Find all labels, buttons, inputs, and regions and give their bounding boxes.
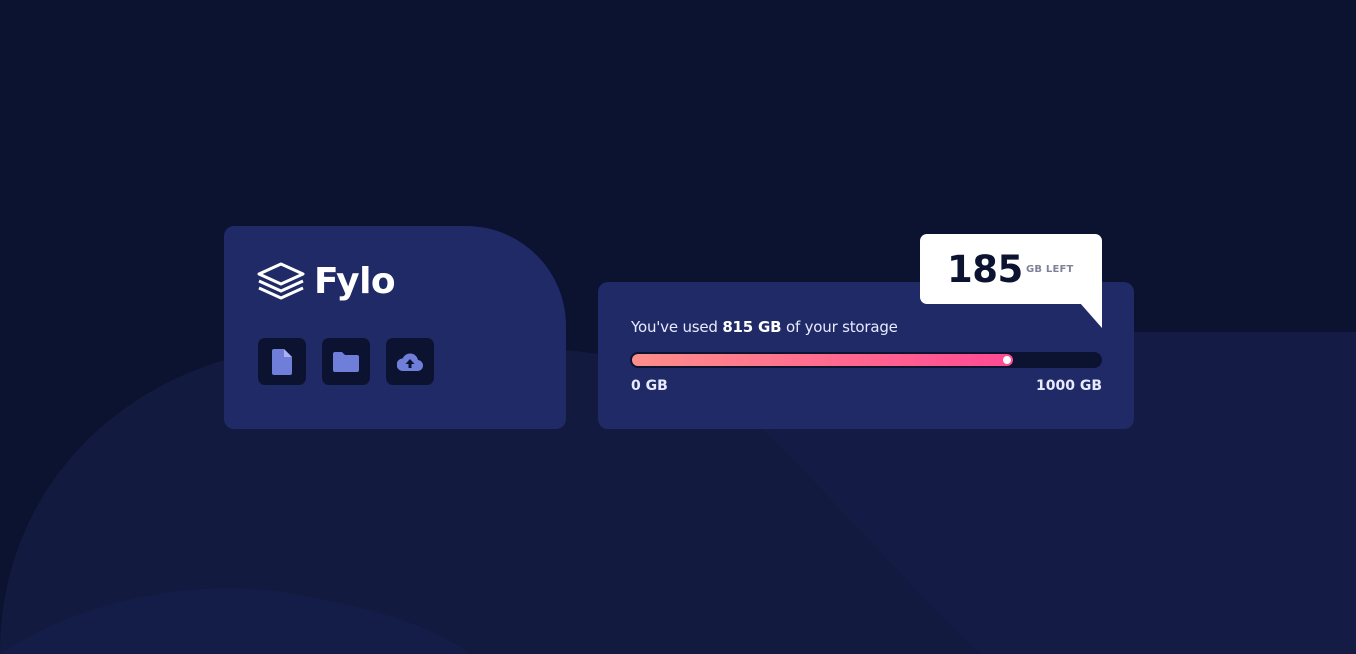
folder-button[interactable] bbox=[322, 338, 370, 385]
range-min-label: 0 GB bbox=[631, 378, 668, 394]
layers-logo-icon bbox=[257, 262, 305, 300]
page: Fylo You've used 815 GB of your storage … bbox=[0, 0, 1356, 654]
action-icon-row bbox=[258, 338, 434, 385]
progress-knob[interactable] bbox=[1003, 356, 1011, 364]
logo: Fylo bbox=[257, 261, 396, 302]
remaining-callout: 185 GB LEFT bbox=[920, 234, 1102, 304]
used-amount: 815 GB bbox=[722, 318, 782, 336]
brand-card: Fylo bbox=[224, 226, 566, 429]
usage-text: You've used 815 GB of your storage bbox=[631, 318, 898, 336]
remaining-number: 185 bbox=[947, 248, 1023, 291]
folder-icon bbox=[333, 351, 359, 372]
callout-tail bbox=[1080, 303, 1102, 328]
upload-button[interactable] bbox=[386, 338, 434, 385]
document-button[interactable] bbox=[258, 338, 306, 385]
storage-card: You've used 815 GB of your storage 0 GB … bbox=[598, 282, 1134, 429]
cloud-upload-icon bbox=[397, 352, 423, 371]
usage-prefix: You've used bbox=[631, 318, 718, 336]
storage-progress-fill bbox=[632, 354, 1013, 366]
brand-name: Fylo bbox=[314, 261, 396, 302]
document-icon bbox=[272, 348, 292, 375]
remaining-unit: GB LEFT bbox=[1026, 264, 1074, 275]
storage-progress-track bbox=[630, 352, 1102, 368]
range-max-label: 1000 GB bbox=[1035, 378, 1102, 394]
usage-suffix: of your storage bbox=[785, 318, 898, 336]
